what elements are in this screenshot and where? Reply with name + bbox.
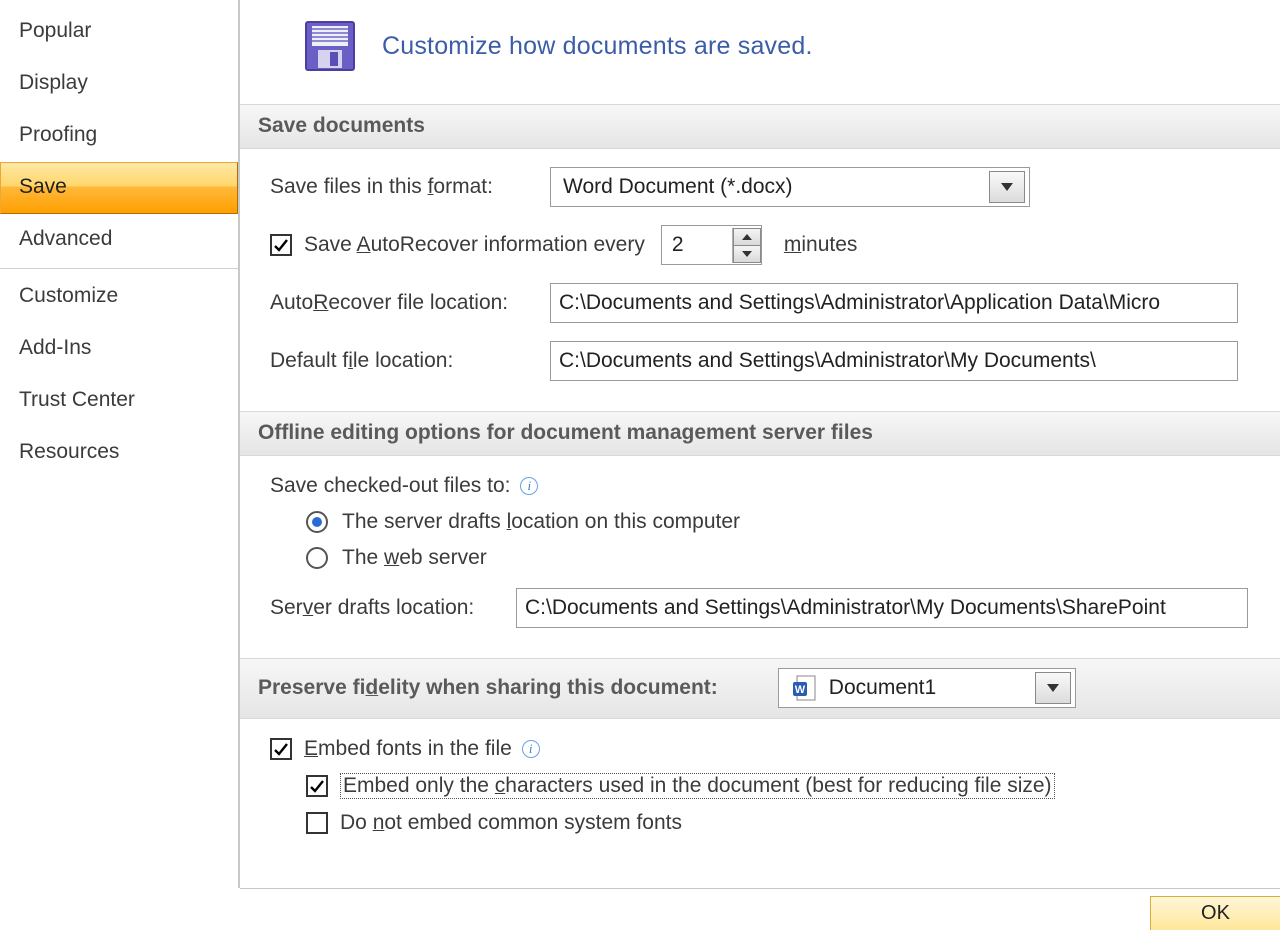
- embed-fonts-label: Embed fonts in the file i: [304, 737, 540, 761]
- embed-common-fonts-label: Do not embed common system fonts: [340, 811, 682, 835]
- ok-button[interactable]: OK: [1150, 896, 1280, 930]
- save-format-label: Save files in this format:: [270, 175, 550, 199]
- chevron-down-icon[interactable]: [1035, 672, 1071, 704]
- svg-text:W: W: [795, 684, 806, 696]
- save-format-dropdown[interactable]: Word Document (*.docx): [550, 167, 1030, 207]
- autorecover-location-label: AutoRecover file location:: [270, 291, 550, 315]
- save-icon: [304, 20, 356, 72]
- sidebar-item-trust-center[interactable]: Trust Center: [0, 375, 238, 427]
- sidebar-item-resources[interactable]: Resources: [0, 427, 238, 479]
- autorecover-interval-spinner[interactable]: 2: [661, 225, 762, 265]
- default-location-label: Default file location:: [270, 349, 550, 373]
- server-drafts-location-label: Server drafts location:: [270, 596, 516, 620]
- info-icon[interactable]: i: [522, 740, 540, 758]
- sidebar: Popular Display Proofing Save Advanced C…: [0, 0, 240, 888]
- chevron-down-icon[interactable]: [989, 171, 1025, 203]
- save-checked-out-label: Save checked-out files to: i: [270, 474, 538, 498]
- autorecover-checkbox[interactable]: [270, 234, 292, 256]
- embed-common-fonts-checkbox[interactable]: [306, 812, 328, 834]
- minutes-label: minutes: [784, 233, 858, 257]
- sidebar-item-advanced[interactable]: Advanced: [0, 214, 238, 266]
- radio-web-server[interactable]: [306, 547, 328, 569]
- default-location-input[interactable]: [550, 341, 1238, 381]
- sidebar-item-display[interactable]: Display: [0, 58, 238, 110]
- info-icon[interactable]: i: [520, 477, 538, 495]
- main-panel: Customize how documents are saved. Save …: [240, 0, 1280, 930]
- spinner-down-icon[interactable]: [733, 245, 761, 263]
- section-preserve-fidelity: Preserve fidelity when sharing this docu…: [240, 658, 1280, 719]
- section-save-documents: Save documents: [240, 104, 1280, 149]
- section-offline-editing: Offline editing options for document man…: [240, 411, 1280, 456]
- embed-fonts-checkbox[interactable]: [270, 738, 292, 760]
- radio-server-drafts-local-label: The server drafts location on this compu…: [342, 510, 740, 534]
- sidebar-item-save[interactable]: Save: [0, 162, 238, 214]
- radio-server-drafts-local[interactable]: [306, 511, 328, 533]
- sidebar-divider: [0, 268, 238, 269]
- sidebar-item-customize[interactable]: Customize: [0, 271, 238, 323]
- autorecover-label: Save AutoRecover information every: [304, 233, 645, 257]
- server-drafts-location-input[interactable]: [516, 588, 1248, 628]
- embed-only-characters-label: Embed only the characters used in the do…: [340, 773, 1055, 799]
- page-title: Customize how documents are saved.: [382, 32, 813, 61]
- word-document-icon: W: [791, 674, 819, 702]
- footer: OK: [240, 888, 1280, 930]
- radio-web-server-label: The web server: [342, 546, 487, 570]
- sidebar-item-popular[interactable]: Popular: [0, 6, 238, 58]
- embed-only-characters-checkbox[interactable]: [306, 775, 328, 797]
- autorecover-location-input[interactable]: [550, 283, 1238, 323]
- sidebar-item-addins[interactable]: Add-Ins: [0, 323, 238, 375]
- fidelity-document-dropdown[interactable]: W Document1: [778, 668, 1076, 708]
- spinner-up-icon[interactable]: [733, 228, 761, 246]
- sidebar-item-proofing[interactable]: Proofing: [0, 110, 238, 162]
